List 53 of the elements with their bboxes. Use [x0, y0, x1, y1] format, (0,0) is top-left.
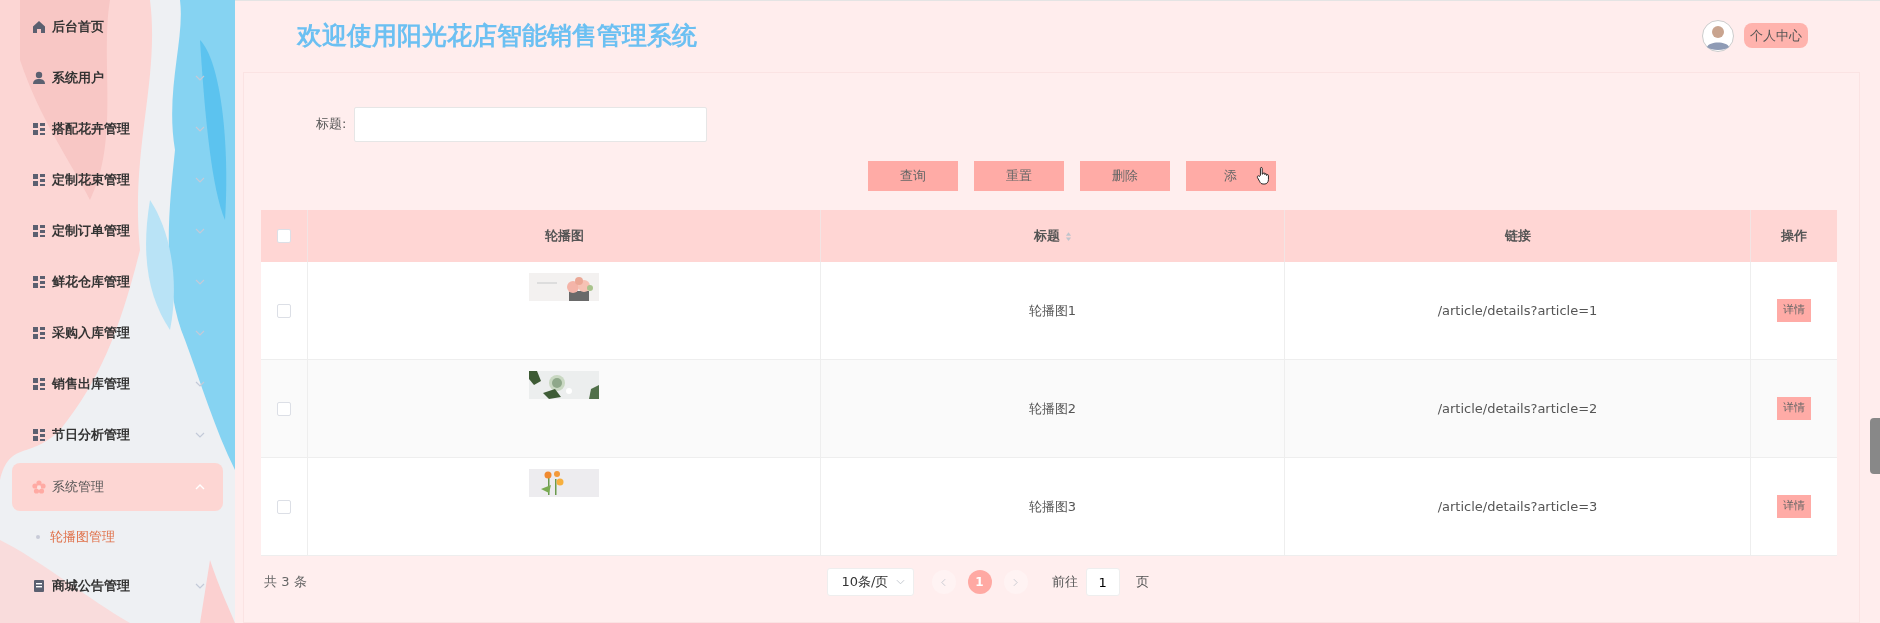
avatar[interactable]: [1702, 19, 1734, 52]
column-header: 链接: [1285, 210, 1751, 262]
select-all-checkbox[interactable]: [277, 229, 291, 243]
chevron-right-icon: [1013, 577, 1019, 587]
table-cell: 轮播图2: [821, 360, 1285, 458]
flower-icon: [32, 480, 46, 494]
sidebar-item[interactable]: 定制花束管理: [12, 154, 223, 205]
grid-icon: [32, 325, 46, 340]
row-checkbox[interactable]: [277, 499, 291, 514]
side-tab-handle[interactable]: [1870, 418, 1880, 474]
column-header: 轮播图: [308, 210, 821, 262]
page-suffix-label: 页: [1135, 573, 1149, 592]
sidebar-item[interactable]: 鲜花仓库管理: [12, 256, 223, 307]
sidebar-item[interactable]: 采购入库管理: [12, 307, 223, 358]
grid-icon: [32, 172, 46, 187]
sidebar-item[interactable]: 节日分析管理: [12, 409, 223, 460]
previous-page-button[interactable]: [931, 570, 956, 594]
chevron-down-icon: [895, 579, 905, 585]
hand-cursor-icon: [1255, 166, 1272, 186]
sort-icon[interactable]: [1064, 230, 1072, 242]
column-header: 操作: [1751, 210, 1837, 262]
table-cell: 轮播图3: [821, 458, 1285, 556]
sidebar-item[interactable]: 定制订单管理: [12, 205, 223, 256]
sidebar-item[interactable]: 系统管理: [12, 463, 223, 511]
total-count: 共 3 条: [264, 573, 307, 592]
title-input-field[interactable]: [354, 106, 708, 142]
grid-icon: [32, 274, 46, 289]
table-cell: /article/details?article=2: [1285, 360, 1751, 458]
chevron-left-icon: [941, 577, 947, 587]
column-header: 标题: [821, 210, 1285, 262]
home-icon: [32, 19, 46, 34]
grid-icon: [32, 427, 46, 442]
grid-icon: [32, 121, 46, 136]
bullet-icon: [36, 535, 40, 539]
table-cell: /article/details?article=3: [1285, 458, 1751, 556]
profile-button[interactable]: 个人中心: [1744, 22, 1808, 49]
field-label: 标题:: [316, 115, 347, 134]
page-size-select[interactable]: 10条/页: [826, 568, 914, 596]
grid-icon: [32, 376, 46, 391]
page-input-field[interactable]: 1: [1085, 568, 1120, 596]
user-icon: [32, 70, 46, 85]
row-checkbox[interactable]: [277, 303, 291, 318]
row-checkbox[interactable]: [277, 401, 291, 416]
sidebar-item[interactable]: 销售出库管理: [12, 358, 223, 409]
sidebar-item[interactable]: 搭配花卉管理: [12, 103, 223, 154]
goto-label: 前往: [1051, 573, 1078, 592]
page-title: 欢迎使用阳光花店智能销售管理系统: [297, 20, 697, 51]
sidebar-item[interactable]: 商城公告管理: [12, 560, 223, 611]
grid-icon: [32, 223, 46, 238]
next-page-button[interactable]: [1003, 570, 1028, 594]
sidebar-item[interactable]: 系统用户: [12, 52, 223, 103]
document-icon: [32, 578, 46, 593]
sidebar-item[interactable]: 后台首页: [12, 1, 223, 52]
